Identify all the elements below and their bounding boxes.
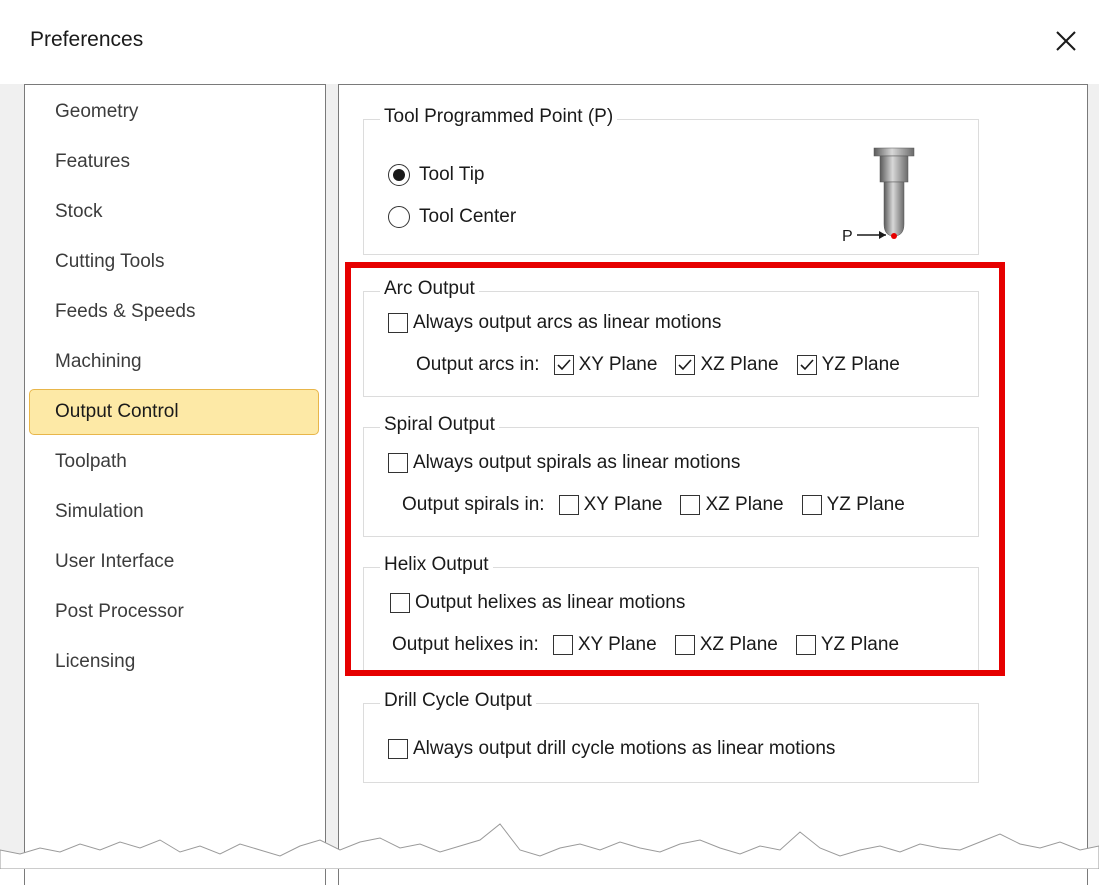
tool-tip-radio[interactable] [388, 164, 410, 186]
arc-xz-checkbox[interactable] [675, 355, 696, 375]
arc-yz-checkbox[interactable] [796, 355, 817, 375]
helix-xy-option[interactable]: XY Plane [552, 634, 657, 656]
arc-xz-label: XZ Plane [700, 354, 779, 375]
close-button[interactable] [1041, 16, 1091, 66]
nav-item-stock[interactable]: Stock [29, 189, 319, 235]
helix-planes-row: Output helixes in: XY Plane XZ Plane YZ … [392, 634, 899, 656]
arc-yz-option[interactable]: YZ Plane [796, 354, 900, 376]
programmed-point-marker [891, 233, 897, 239]
spiral-output-group: Spiral Output Always output spirals as l… [363, 414, 979, 537]
nav-item-output-control[interactable]: Output Control [29, 389, 319, 435]
spiral-xz-option[interactable]: XZ Plane [680, 494, 784, 516]
dialog-title: Preferences [30, 28, 144, 51]
drill-linear-option[interactable]: Always output drill cycle motions as lin… [388, 738, 835, 760]
nav-item-geometry[interactable]: Geometry [29, 89, 319, 135]
helix-yz-label: YZ Plane [820, 634, 900, 655]
nav-item-toolpath[interactable]: Toolpath [29, 439, 319, 485]
arc-linear-label: Always output arcs as linear motions [413, 312, 722, 333]
spiral-xy-checkbox[interactable] [558, 495, 579, 515]
spiral-xz-label: XZ Plane [705, 494, 784, 515]
drill-linear-checkbox[interactable] [388, 739, 408, 759]
tool-point-title: Tool Programmed Point (P) [380, 106, 618, 128]
arc-yz-label: YZ Plane [821, 354, 900, 375]
spiral-linear-label: Always output spirals as linear motions [413, 452, 741, 473]
arc-xy-checkbox[interactable] [553, 355, 574, 375]
helix-yz-checkbox[interactable] [795, 635, 816, 655]
helix-yz-option[interactable]: YZ Plane [795, 634, 900, 656]
spiral-xy-label: XY Plane [583, 494, 663, 515]
helix-linear-option[interactable]: Output helixes as linear motions [390, 592, 685, 614]
helix-xz-option[interactable]: XZ Plane [674, 634, 778, 656]
spiral-xz-checkbox[interactable] [680, 495, 701, 515]
tool-point-group: Tool Programmed Point (P) Tool Tip Tool … [363, 106, 979, 255]
preferences-dialog: Preferences Geometry Features Stock Cutt… [0, 0, 1099, 885]
category-list: Geometry Features Stock Cutting Tools Fe… [24, 84, 326, 885]
tool-tip-option[interactable]: Tool Tip [388, 164, 484, 186]
tool-point-label: P [842, 228, 853, 245]
spiral-output-title: Spiral Output [380, 414, 499, 436]
tool-tip-label: Tool Tip [419, 164, 485, 185]
tool-diagram: P [842, 147, 915, 245]
settings-panel: Tool Programmed Point (P) Tool Tip Tool … [338, 84, 1088, 885]
helix-output-title: Helix Output [380, 554, 493, 576]
helix-xy-checkbox[interactable] [552, 635, 573, 655]
close-icon [1056, 31, 1076, 51]
helix-xz-label: XZ Plane [699, 634, 778, 655]
radio-selected-dot [393, 169, 405, 181]
nav-item-simulation[interactable]: Simulation [29, 489, 319, 535]
nav-item-features[interactable]: Features [29, 139, 319, 185]
tool-center-label: Tool Center [419, 206, 517, 227]
checkmark-icon [800, 359, 814, 371]
arc-output-title: Arc Output [380, 278, 479, 300]
checkmark-icon [678, 359, 693, 371]
arc-linear-checkbox[interactable] [388, 313, 408, 333]
nav-item-feeds-speeds[interactable]: Feeds & Speeds [29, 289, 319, 335]
helix-xy-label: XY Plane [577, 634, 657, 655]
spiral-yz-label: YZ Plane [826, 494, 905, 515]
spiral-planes-label: Output spirals in: [402, 494, 545, 515]
torn-edge [0, 823, 1099, 869]
spiral-linear-checkbox[interactable] [388, 453, 408, 473]
helix-output-group: Helix Output Output helixes as linear mo… [363, 554, 979, 675]
tool-center-radio[interactable] [388, 206, 410, 228]
drill-output-title: Drill Cycle Output [380, 690, 536, 712]
spiral-yz-checkbox[interactable] [801, 495, 822, 515]
arc-xy-label: XY Plane [578, 354, 658, 375]
arc-xz-option[interactable]: XZ Plane [675, 354, 779, 376]
arc-planes-label: Output arcs in: [416, 354, 540, 375]
helix-xz-checkbox[interactable] [674, 635, 695, 655]
drill-output-group: Drill Cycle Output Always output drill c… [363, 690, 979, 783]
nav-item-machining[interactable]: Machining [29, 339, 319, 385]
tool-center-option[interactable]: Tool Center [388, 206, 516, 228]
checkmark-icon [556, 359, 571, 371]
spiral-linear-option[interactable]: Always output spirals as linear motions [388, 452, 740, 474]
nav-item-post-processor[interactable]: Post Processor [29, 589, 319, 635]
spiral-planes-row: Output spirals in: XY Plane XZ Plane YZ … [402, 494, 905, 516]
arc-linear-option[interactable]: Always output arcs as linear motions [388, 312, 721, 334]
helix-linear-checkbox[interactable] [390, 593, 410, 613]
spiral-xy-option[interactable]: XY Plane [558, 494, 663, 516]
arc-output-group: Arc Output Always output arcs as linear … [363, 278, 979, 397]
nav-item-cutting-tools[interactable]: Cutting Tools [29, 239, 319, 285]
arc-xy-option[interactable]: XY Plane [553, 354, 658, 376]
title-bar: Preferences [0, 0, 1099, 84]
drill-linear-label: Always output drill cycle motions as lin… [413, 738, 836, 759]
nav-item-user-interface[interactable]: User Interface [29, 539, 319, 585]
spiral-yz-option[interactable]: YZ Plane [801, 494, 905, 516]
nav-item-licensing[interactable]: Licensing [29, 639, 319, 685]
helix-planes-label: Output helixes in: [392, 634, 539, 655]
arc-planes-row: Output arcs in: XY Plane XZ Plane YZ Pla… [416, 354, 900, 376]
helix-linear-label: Output helixes as linear motions [415, 592, 686, 613]
